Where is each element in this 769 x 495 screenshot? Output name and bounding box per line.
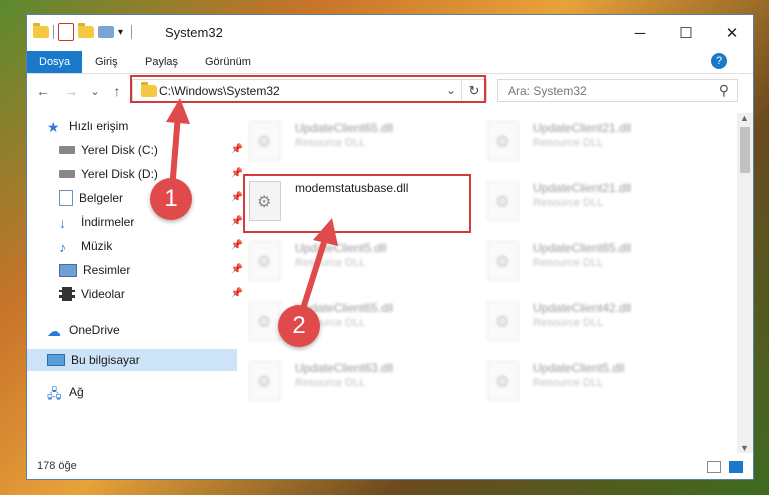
arrow-1-head: [166, 98, 190, 124]
arrow-2-head: [313, 218, 338, 246]
step-1-badge: 1: [150, 178, 192, 220]
step-2-badge: 2: [278, 305, 320, 347]
annotation-arrows: [166, 98, 338, 313]
arrow-2-line: [299, 235, 329, 313]
